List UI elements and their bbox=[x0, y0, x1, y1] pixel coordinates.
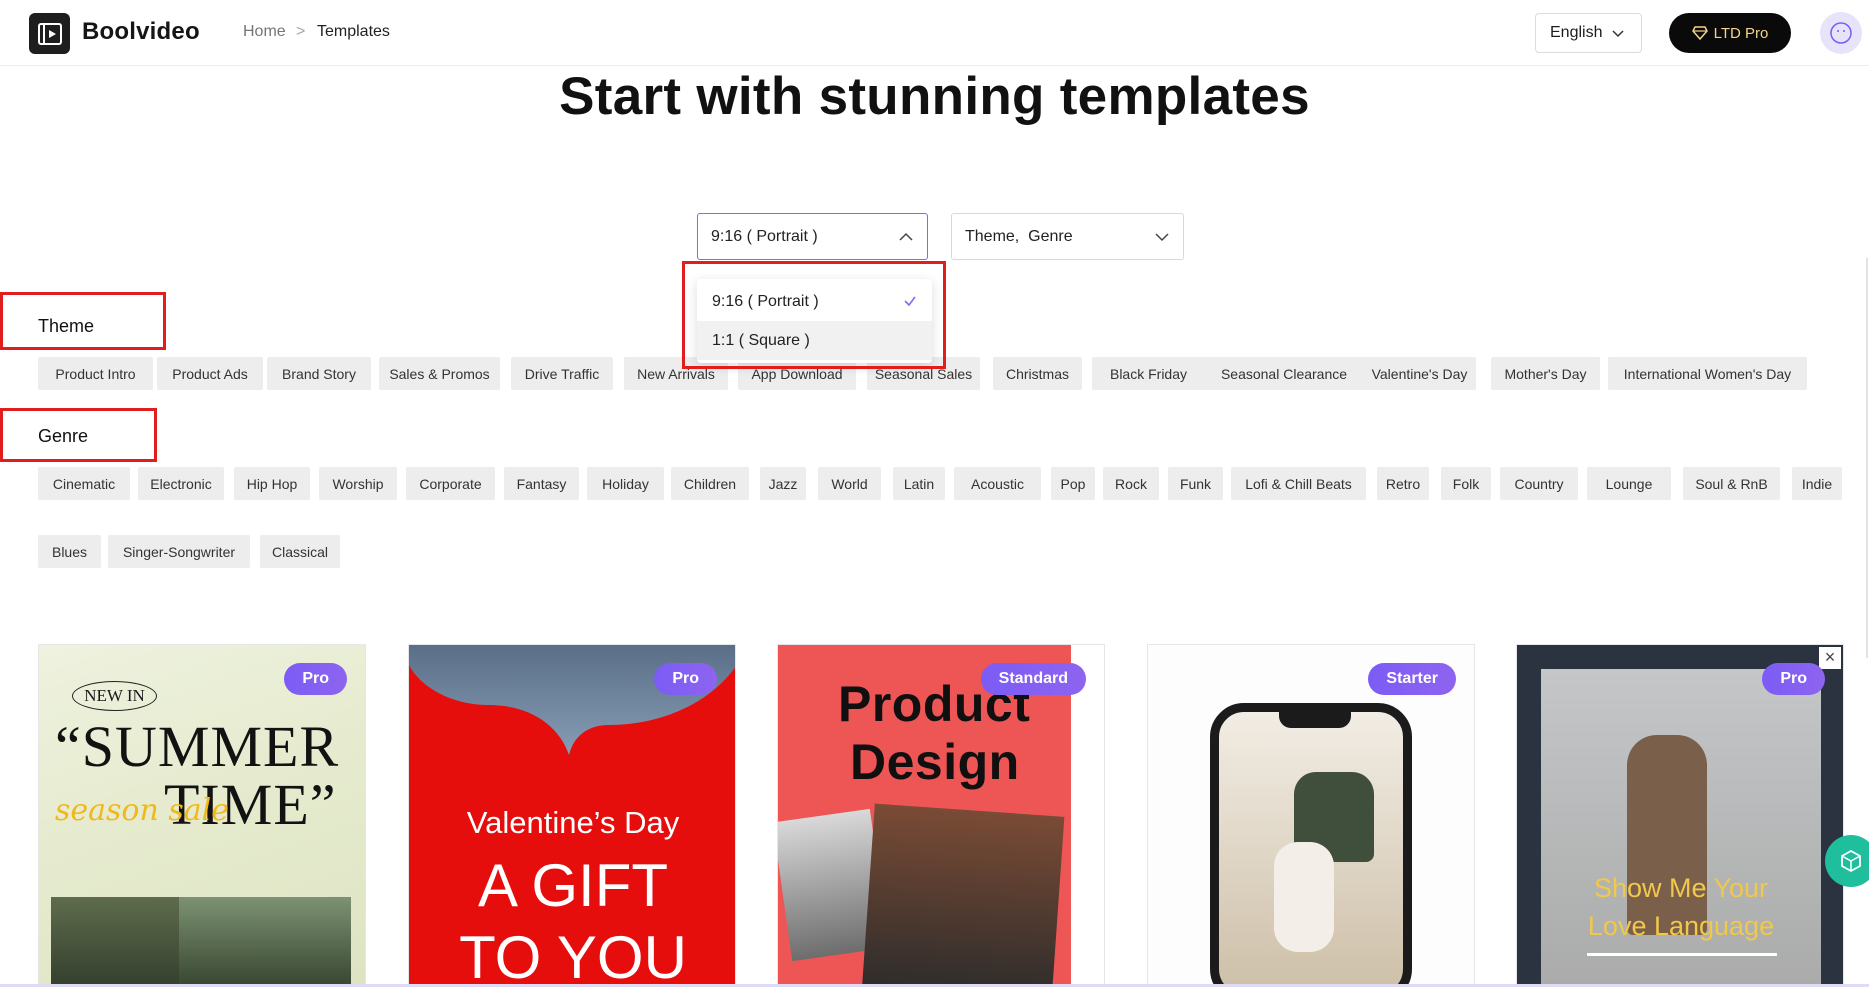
theme-tag[interactable]: Valentine's Day bbox=[1363, 357, 1476, 390]
theme-tag[interactable]: Product Ads bbox=[157, 357, 263, 390]
genre-tag[interactable]: Acoustic bbox=[954, 467, 1041, 500]
diamond-icon bbox=[1691, 26, 1708, 40]
theme-tag[interactable]: Drive Traffic bbox=[511, 357, 613, 390]
genre-tag[interactable]: Blues bbox=[38, 535, 101, 568]
chevron-down-icon bbox=[1155, 233, 1169, 242]
card-text: season sale bbox=[55, 793, 229, 828]
template-card-phone[interactable]: Starter bbox=[1147, 644, 1475, 987]
genre-tag[interactable]: Children bbox=[671, 467, 749, 500]
card-text: Love Language bbox=[1587, 911, 1775, 941]
check-icon bbox=[904, 296, 916, 307]
theme-tag[interactable]: Sales & Promos bbox=[379, 357, 500, 390]
genre-tag[interactable]: Indie bbox=[1792, 467, 1842, 500]
cube-icon bbox=[1841, 849, 1861, 873]
card-photo bbox=[861, 803, 1065, 986]
genre-tag[interactable]: Latin bbox=[893, 467, 945, 500]
logo-icon[interactable] bbox=[29, 13, 70, 54]
ratio-option-label: 1:1 ( Square ) bbox=[712, 331, 810, 349]
template-card-product-design[interactable]: Product Design Standard bbox=[777, 644, 1105, 987]
page-title: Start with stunning templates bbox=[559, 67, 1310, 126]
plan-badge: Pro bbox=[1762, 663, 1825, 695]
ltd-pro-button[interactable]: LTD Pro bbox=[1669, 13, 1791, 53]
aspect-ratio-dropdown-menu: 9:16 ( Portrait ) 1:1 ( Square ) bbox=[697, 279, 932, 363]
language-label: English bbox=[1550, 24, 1603, 41]
language-select[interactable]: English bbox=[1535, 13, 1642, 53]
card-photo bbox=[1274, 842, 1334, 952]
genre-tag[interactable]: Folk bbox=[1441, 467, 1491, 500]
template-card-love-language[interactable]: Show Me Your Love Language × Pro bbox=[1516, 644, 1844, 987]
theme-genre-select[interactable]: Theme, Genre bbox=[951, 213, 1184, 260]
ratio-option-square[interactable]: 1:1 ( Square ) bbox=[697, 321, 932, 360]
chevron-up-icon bbox=[899, 232, 913, 241]
genre-tag[interactable]: Lounge bbox=[1587, 467, 1671, 500]
brand-name[interactable]: Boolvideo bbox=[82, 18, 200, 46]
plan-badge: Pro bbox=[284, 663, 347, 695]
chevron-down-icon bbox=[1612, 30, 1624, 38]
genre-tag[interactable]: Hip Hop bbox=[234, 467, 310, 500]
aspect-ratio-value: 9:16 ( Portrait ) bbox=[711, 227, 818, 245]
card-text: A GIFT bbox=[477, 852, 669, 919]
close-icon[interactable]: × bbox=[1819, 647, 1841, 669]
phone-mockup bbox=[1210, 703, 1412, 986]
phone-notch bbox=[1279, 712, 1351, 728]
smiley-avatar-icon bbox=[1830, 22, 1852, 44]
top-header: Boolvideo Home > Templates English LTD P… bbox=[0, 0, 1869, 66]
genre-tag[interactable]: Worship bbox=[319, 467, 397, 500]
ratio-option-label: 9:16 ( Portrait ) bbox=[712, 292, 819, 310]
card-text: Valentine’s Day bbox=[466, 805, 680, 840]
genre-tag[interactable]: Fantasy bbox=[504, 467, 579, 500]
card-text: Design bbox=[850, 734, 1020, 790]
card-photo bbox=[1627, 735, 1707, 935]
theme-tag[interactable]: Brand Story bbox=[267, 357, 371, 390]
card-margin bbox=[1071, 645, 1104, 986]
scrollbar-track[interactable] bbox=[1866, 258, 1868, 658]
genre-tag[interactable]: Pop bbox=[1051, 467, 1095, 500]
genre-tag[interactable]: World bbox=[818, 467, 881, 500]
card-text: “SUMMER bbox=[55, 714, 340, 779]
genre-tag[interactable]: Classical bbox=[260, 535, 340, 568]
card-photo bbox=[179, 897, 351, 986]
theme-tag[interactable]: Black Friday bbox=[1092, 357, 1205, 390]
user-avatar[interactable] bbox=[1820, 12, 1862, 54]
genre-tag[interactable]: Soul & RnB bbox=[1683, 467, 1780, 500]
template-card-valentines[interactable]: Valentine’s Day A GIFT TO YOU Pro bbox=[408, 644, 736, 987]
ratio-option-portrait[interactable]: 9:16 ( Portrait ) bbox=[697, 282, 932, 321]
genre-tag[interactable]: Country bbox=[1500, 467, 1578, 500]
genre-tag[interactable]: Singer-Songwriter bbox=[108, 535, 250, 568]
card-photo bbox=[51, 897, 183, 986]
card-text: NEW IN bbox=[72, 681, 157, 711]
underline-decoration bbox=[1587, 953, 1777, 956]
card-text: Show Me Your bbox=[1593, 873, 1769, 903]
genre-tag[interactable]: Funk bbox=[1168, 467, 1223, 500]
ltd-pro-label: LTD Pro bbox=[1713, 24, 1769, 42]
theme-tag[interactable]: Seasonal Clearance bbox=[1201, 357, 1367, 390]
genre-tag[interactable]: Holiday bbox=[587, 467, 664, 500]
genre-tag[interactable]: Lofi & Chill Beats bbox=[1231, 467, 1366, 500]
breadcrumb-separator-icon: > bbox=[296, 23, 306, 40]
theme-tag[interactable]: Mother's Day bbox=[1491, 357, 1600, 390]
genre-label: Genre bbox=[38, 426, 89, 446]
theme-genre-value: Theme, Genre bbox=[965, 227, 1073, 245]
theme-label: Theme bbox=[38, 316, 95, 336]
genre-tag[interactable]: Electronic bbox=[138, 467, 224, 500]
theme-tag[interactable]: Product Intro bbox=[38, 357, 153, 390]
card-text: TO YOU bbox=[459, 924, 687, 987]
breadcrumb-home[interactable]: Home bbox=[243, 23, 286, 41]
plan-badge: Pro bbox=[654, 663, 717, 695]
breadcrumb-current: Templates bbox=[317, 23, 390, 40]
template-card-summer-time[interactable]: NEW IN “SUMMER TIME” season sale Pro bbox=[38, 644, 366, 987]
aspect-ratio-select[interactable]: 9:16 ( Portrait ) bbox=[697, 213, 928, 260]
genre-tag[interactable]: Cinematic bbox=[38, 467, 130, 500]
floating-help-button[interactable] bbox=[1825, 835, 1869, 887]
genre-tag[interactable]: Rock bbox=[1103, 467, 1159, 500]
plan-badge: Standard bbox=[980, 663, 1086, 695]
genre-tag[interactable]: Corporate bbox=[406, 467, 495, 500]
genre-tag[interactable]: Retro bbox=[1377, 467, 1429, 500]
plan-badge: Starter bbox=[1368, 663, 1456, 695]
theme-tag[interactable]: Christmas bbox=[993, 357, 1082, 390]
theme-tag[interactable]: International Women's Day bbox=[1608, 357, 1807, 390]
genre-tag[interactable]: Jazz bbox=[760, 467, 806, 500]
